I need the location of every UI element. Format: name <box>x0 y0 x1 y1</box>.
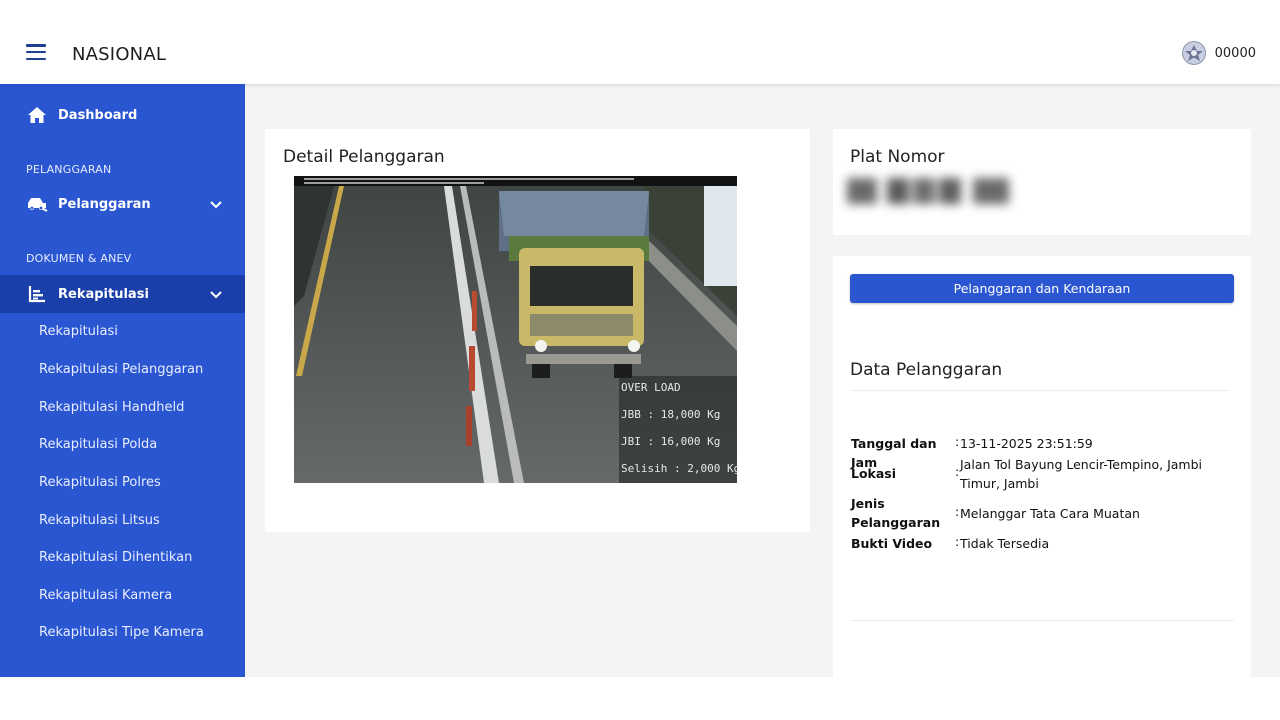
row-label-jenis: Jenis Pelanggaran <box>851 496 941 530</box>
sidebar-subitem-rekapitulasi-litsus[interactable]: Rekapitulasi Litsus <box>39 513 160 528</box>
row-value-jenis: Melanggar Tata Cara Muatan <box>960 506 1140 521</box>
sidebar-item-dashboard[interactable]: Dashboard <box>0 98 245 132</box>
sidebar: Dashboard PELANGGARAN Pelanggaran DOKUME… <box>0 84 245 677</box>
app-title: NASIONAL <box>72 44 167 65</box>
menu-toggle-icon[interactable] <box>26 44 46 62</box>
sidebar-subitem-rekapitulasi-handheld[interactable]: Rekapitulasi Handheld <box>39 400 184 415</box>
row-value-tanggal: 13-11-2025 23:51:59 <box>960 436 1093 451</box>
section-label-dokumen: DOKUMEN & ANEV <box>26 252 132 265</box>
photo-overlay-selisih: Selisih : 2,000 Kg <box>621 462 737 475</box>
data-pelanggaran-title: Data Pelanggaran <box>850 360 1003 380</box>
user-menu[interactable]: 00000 <box>1181 40 1256 66</box>
blurred-plate-number <box>847 178 1009 204</box>
home-icon <box>26 104 48 126</box>
footer-band <box>0 677 1280 720</box>
sidebar-subitem-rekapitulasi-tipe-kamera[interactable]: Rekapitulasi Tipe Kamera <box>39 625 204 640</box>
photo-overlay-jbb: JBB : 18,000 Kg <box>621 408 720 421</box>
sidebar-item-rekapitulasi[interactable]: Rekapitulasi <box>0 275 245 313</box>
sidebar-subitem-rekapitulasi[interactable]: Rekapitulasi <box>39 324 118 339</box>
sidebar-item-label: Rekapitulasi <box>58 286 149 302</box>
chevron-down-icon <box>210 291 222 299</box>
row-colon: : <box>955 504 960 519</box>
user-name: 00000 <box>1214 45 1256 61</box>
row-label-lokasi: Lokasi <box>851 466 897 481</box>
chevron-down-icon <box>210 201 222 209</box>
row-colon: : <box>955 434 960 449</box>
photo-overlay-jbi: JBI : 16,000 Kg <box>621 435 720 448</box>
section-divider <box>850 620 1234 621</box>
detail-card-title: Detail Pelanggaran <box>283 147 445 167</box>
sidebar-subitem-rekapitulasi-kamera[interactable]: Rekapitulasi Kamera <box>39 588 172 603</box>
pelanggaran-dan-kendaraan-button[interactable]: Pelanggaran dan Kendaraan <box>850 274 1234 303</box>
sidebar-subitem-rekapitulasi-pelanggaran[interactable]: Rekapitulasi Pelanggaran <box>39 362 203 377</box>
sidebar-item-label: Pelanggaran <box>58 196 151 212</box>
plate-card-title: Plat Nomor <box>850 147 945 167</box>
police-emblem-icon <box>1181 41 1206 65</box>
violation-photo[interactable]: OVER LOAD JBB : 18,000 Kg JBI : 16,000 K… <box>294 176 737 483</box>
row-label-bukti-video: Bukti Video <box>851 536 933 551</box>
row-value-lokasi: Jalan Tol Bayung Lencir-Tempino, Jambi T… <box>960 457 1203 491</box>
car-violation-icon <box>26 193 48 215</box>
sidebar-item-label: Dashboard <box>58 107 138 123</box>
photo-overlay-overload: OVER LOAD <box>621 381 681 394</box>
row-colon: : <box>955 534 960 549</box>
row-colon: : <box>955 464 960 479</box>
sidebar-subitem-rekapitulasi-polda[interactable]: Rekapitulasi Polda <box>39 437 157 452</box>
section-label-pelanggaran: PELANGGARAN <box>26 163 112 176</box>
sidebar-subitem-rekapitulasi-dihentikan[interactable]: Rekapitulasi Dihentikan <box>39 550 192 565</box>
sidebar-item-pelanggaran[interactable]: Pelanggaran <box>0 187 245 221</box>
row-value-bukti-video: Tidak Tersedia <box>960 536 1050 551</box>
sidebar-subitem-rekapitulasi-polres[interactable]: Rekapitulasi Polres <box>39 475 161 490</box>
section-divider <box>850 390 1230 391</box>
chart-list-icon <box>26 283 48 305</box>
top-bar: NASIONAL 00000 <box>0 0 1280 84</box>
